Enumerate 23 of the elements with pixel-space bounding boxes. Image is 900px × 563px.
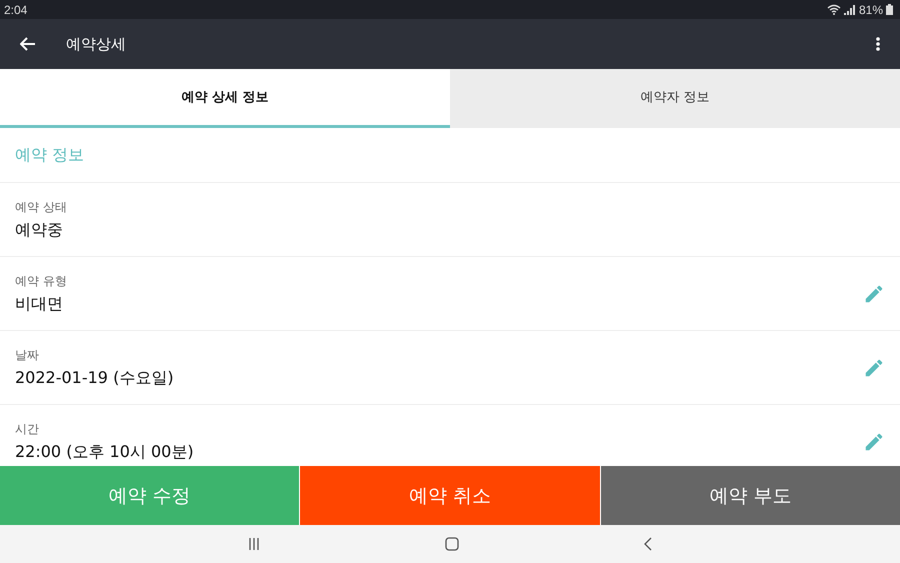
- action-button[interactable]: 예약 취소: [300, 466, 600, 525]
- field-label: 예약 유형: [15, 272, 68, 290]
- back-nav-icon[interactable]: [644, 537, 652, 551]
- tab[interactable]: 예약자 정보: [450, 69, 900, 128]
- status-time: 2:04: [4, 2, 28, 16]
- battery-percent: 81%: [858, 2, 883, 16]
- field-label: 시간: [15, 420, 40, 438]
- recent-apps-icon[interactable]: [248, 538, 260, 550]
- field-value: 22:00 (오후 10시 00분): [15, 442, 195, 462]
- home-icon[interactable]: [445, 537, 459, 551]
- signal-icon: [844, 4, 856, 14]
- more-menu-icon[interactable]: [876, 37, 880, 51]
- action-button[interactable]: 예약 부도: [600, 466, 900, 525]
- wifi-icon: [826, 4, 841, 15]
- battery-icon: [886, 4, 893, 15]
- field-label: 날짜: [15, 346, 40, 364]
- back-arrow-icon[interactable]: [20, 37, 36, 51]
- screen-title: 예약상세: [66, 34, 127, 54]
- field-value: 예약중: [15, 220, 64, 240]
- field-value: 2022-01-19 (수요일): [15, 368, 175, 388]
- field-label: 예약 상태: [15, 198, 68, 216]
- section-header: 예약 정보: [0, 128, 900, 183]
- field-value: 비대면: [15, 294, 64, 314]
